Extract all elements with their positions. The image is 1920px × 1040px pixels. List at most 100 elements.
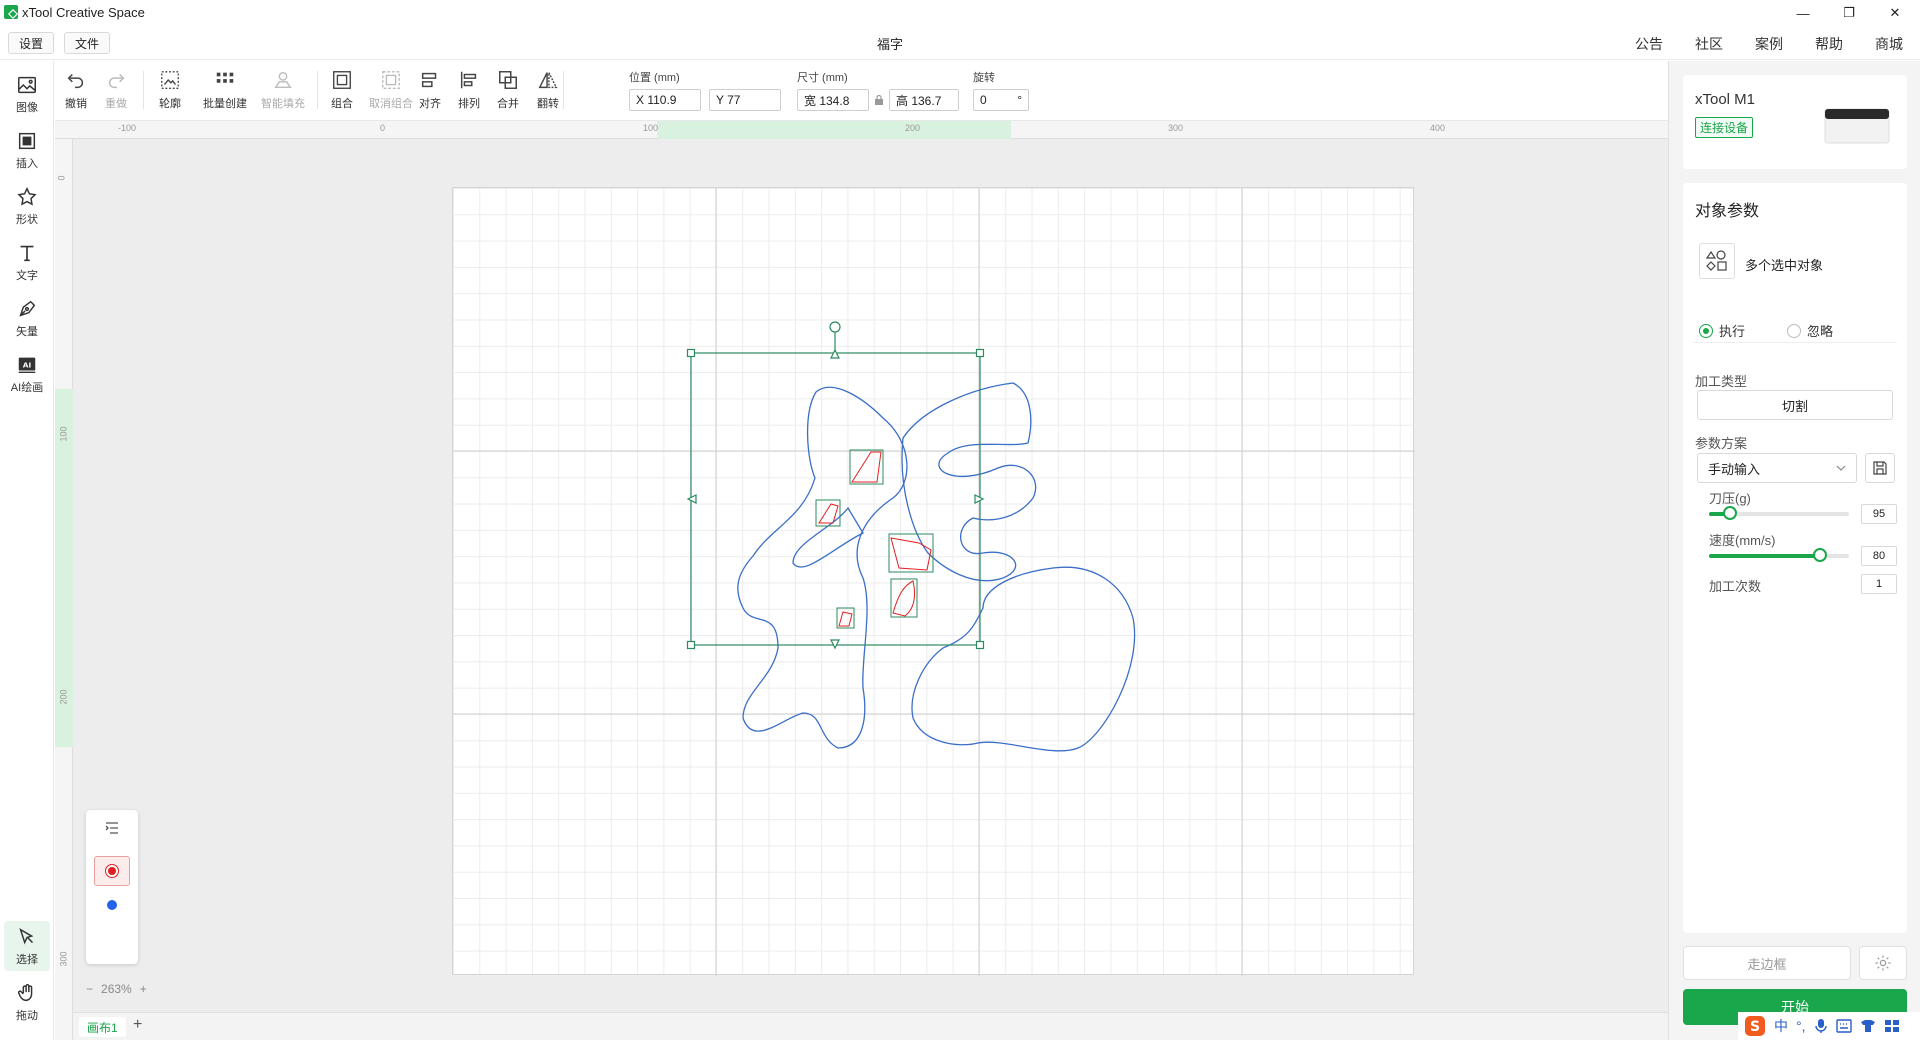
keyboard-icon[interactable] (1835, 1019, 1852, 1033)
flip-button[interactable]: 翻转 (537, 69, 559, 111)
ungroup-icon (382, 71, 400, 89)
restore-button[interactable]: ❐ (1826, 0, 1872, 26)
tab-canvas-1[interactable]: 画布1 (79, 1017, 126, 1037)
grid-icon (216, 72, 234, 83)
work-canvas[interactable] (73, 139, 1668, 1012)
list-icon[interactable] (104, 820, 120, 836)
speed-label: 速度(mm/s) (1709, 533, 1776, 548)
pressure-input[interactable]: 95 (1861, 504, 1897, 524)
ignore-radio[interactable]: 忽略 (1787, 321, 1833, 340)
app-logo-icon (4, 5, 18, 19)
top-toolbar: 撤销 重做 轮廓 批量创建 智能填充 组合 取消组合 对齐 排列 合并 翻转 位… (55, 61, 1668, 121)
link-announcement[interactable]: 公告 (1635, 34, 1663, 54)
link-store[interactable]: 商城 (1875, 34, 1903, 54)
minimize-button[interactable]: — (1780, 0, 1826, 26)
ungroup-button[interactable]: 取消组合 (369, 69, 413, 111)
speed-input[interactable]: 80 (1861, 546, 1897, 566)
frame-button[interactable]: 走边框 (1683, 946, 1851, 980)
horizontal-ruler: -100 0 100 200 300 400 (55, 121, 1668, 139)
outline-button[interactable]: 轮廓 (159, 69, 181, 111)
y-position-input[interactable]: Y 77 (709, 89, 781, 111)
undo-button[interactable]: 撤销 (65, 69, 87, 111)
design-artwork[interactable] (453, 188, 1415, 976)
text-icon (20, 245, 34, 261)
tool-insert[interactable]: 插入 (4, 125, 50, 175)
zoom-in-button[interactable]: + (140, 982, 147, 996)
process-type-label: 加工类型 (1695, 374, 1748, 389)
zoom-control: − 263% + (86, 978, 186, 1000)
resize-handles[interactable] (686, 348, 985, 650)
microphone-icon[interactable] (1814, 1018, 1828, 1034)
close-button[interactable]: ✕ (1872, 0, 1918, 26)
rotate-input[interactable]: 0 ° (973, 89, 1029, 111)
shirt-icon[interactable] (1860, 1019, 1876, 1033)
combine-button[interactable]: 合并 (497, 69, 519, 111)
layer-blue[interactable] (94, 890, 130, 920)
flip-icon (538, 72, 558, 89)
size-label: 尺寸 (mm) (797, 72, 848, 84)
process-type-button[interactable]: 切割 (1697, 390, 1893, 420)
height-input[interactable]: 高 136.7 (889, 89, 959, 111)
fu-character-path[interactable] (737, 382, 1136, 752)
ime-punctuation[interactable]: °, (1796, 1018, 1806, 1034)
zoom-out-button[interactable]: − (86, 982, 93, 996)
tool-select[interactable]: 选择 (4, 921, 50, 971)
ime-language[interactable]: 中 (1774, 1016, 1788, 1036)
group-icon (333, 71, 351, 89)
speed-slider[interactable] (1709, 548, 1849, 562)
param-scheme-select[interactable]: 手动输入 (1697, 453, 1857, 483)
tool-pan[interactable]: 拖动 (4, 977, 50, 1027)
width-input[interactable]: 宽 134.8 (797, 89, 869, 111)
toolbar-divider (317, 71, 318, 109)
smart-fill-button[interactable]: 智能填充 (261, 69, 305, 111)
rotate-handle[interactable] (829, 321, 841, 333)
pressure-label: 刀压(g) (1709, 491, 1751, 506)
pen-icon (19, 300, 36, 317)
save-param-button[interactable] (1865, 453, 1895, 483)
layer-red[interactable] (94, 856, 130, 886)
link-help[interactable]: 帮助 (1815, 34, 1843, 54)
group-button[interactable]: 组合 (331, 69, 353, 111)
tool-ai-drawing[interactable]: AI AI绘画 (4, 349, 50, 399)
pressure-slider-knob[interactable] (1723, 506, 1737, 520)
device-card: xTool M1 连接设备 (1683, 75, 1907, 169)
lock-icon[interactable] (873, 94, 885, 106)
device-settings-button[interactable] (1859, 946, 1907, 980)
align-icon (421, 72, 437, 88)
redo-button[interactable]: 重做 (105, 69, 127, 111)
batch-create-button[interactable]: 批量创建 (203, 69, 247, 111)
link-cases[interactable]: 案例 (1755, 34, 1783, 54)
major-gridlines (453, 188, 1415, 976)
align-button[interactable]: 对齐 (419, 69, 441, 111)
insert-icon (18, 132, 36, 149)
multi-select-card: 多个选中对象 执行 忽略 (1693, 231, 1897, 343)
param-scheme-label: 参数方案 (1695, 436, 1748, 451)
apps-grid-icon[interactable] (1884, 1019, 1900, 1033)
speed-slider-knob[interactable] (1812, 548, 1827, 562)
device-name: xTool M1 (1695, 91, 1756, 108)
hand-icon (18, 983, 33, 1001)
link-community[interactable]: 社区 (1695, 34, 1723, 54)
speed-slider-fill (1709, 554, 1820, 558)
artboard[interactable] (452, 187, 1415, 976)
red-cut-pieces[interactable] (815, 449, 934, 629)
settings-menu-button[interactable]: 设置 (8, 32, 55, 54)
sogou-logo-icon[interactable]: S (1744, 1015, 1766, 1037)
redo-icon (108, 73, 125, 89)
zoom-level: 263% (101, 982, 132, 996)
title-bar: xTool Creative Space — ❐ ✕ (0, 0, 1920, 26)
tool-vector[interactable]: 矢量 (4, 293, 50, 343)
selection-box[interactable] (686, 321, 985, 650)
passes-input[interactable]: 1 (1861, 574, 1897, 594)
execute-radio[interactable]: 执行 (1699, 321, 1745, 340)
connect-device-button[interactable]: 连接设备 (1695, 117, 1754, 138)
arrange-button[interactable]: 排列 (458, 69, 480, 111)
x-position-input[interactable]: X 110.9 (629, 89, 701, 111)
pressure-slider[interactable] (1709, 506, 1849, 520)
object-params-panel: 对象参数 多个选中对象 执行 忽略 加工类型 切割 参数方案 手动输入 刀压(g (1683, 183, 1907, 933)
add-canvas-button[interactable]: + (133, 1016, 142, 1034)
file-menu-button[interactable]: 文件 (64, 32, 111, 54)
tool-image[interactable]: 图像 (4, 69, 50, 119)
tool-text[interactable]: 文字 (4, 237, 50, 287)
tool-shape[interactable]: 形状 (4, 181, 50, 231)
